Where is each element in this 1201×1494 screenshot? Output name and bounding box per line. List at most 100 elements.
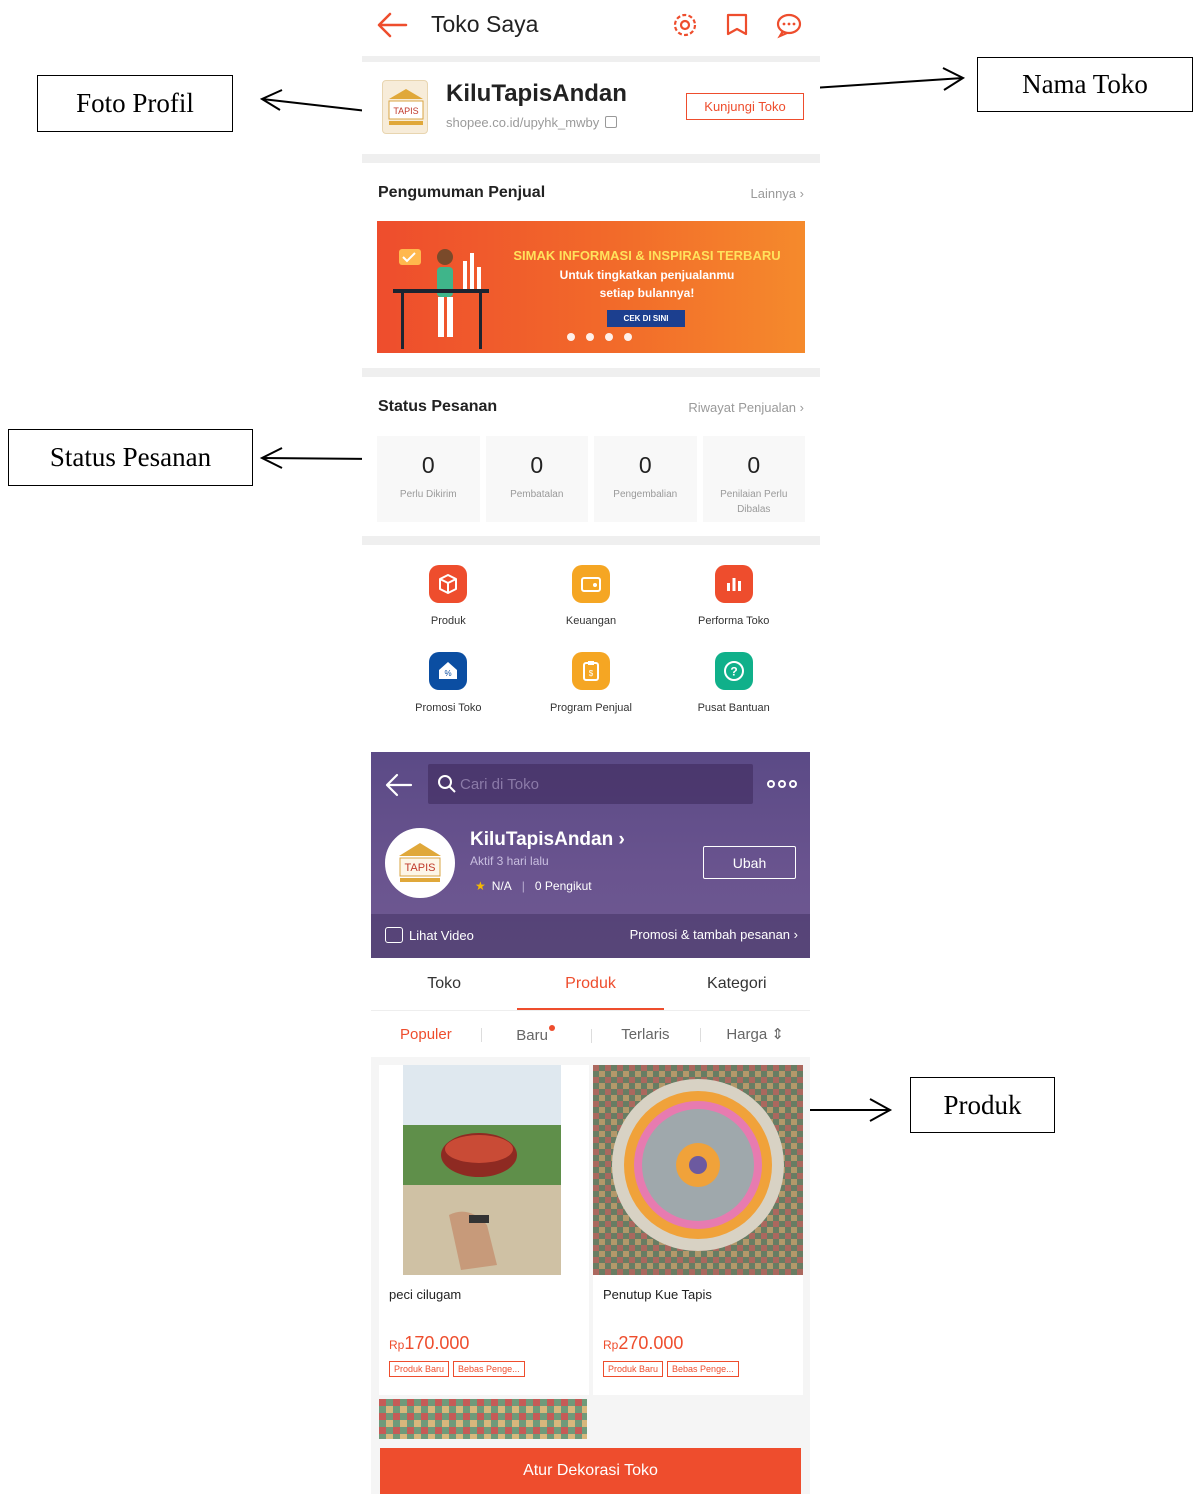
- shop-header-actions: Lihat Video Promosi & tambah pesanan ›: [371, 914, 810, 958]
- sort-bar: Populer Baru Terlaris Harga ⇕: [371, 1011, 810, 1057]
- shop-link: shopee.co.id/upyhk_mwby: [446, 115, 618, 130]
- search-icon: [438, 775, 456, 793]
- callout-produk: Produk: [910, 1077, 1055, 1133]
- sort-baru[interactable]: Baru: [480, 1024, 591, 1044]
- divider: [362, 536, 820, 545]
- sort-terlaris[interactable]: Terlaris: [590, 1026, 701, 1043]
- menu-promosi-toko[interactable]: % Promosi Toko: [377, 652, 520, 727]
- watch-video-link[interactable]: Lihat Video: [385, 927, 474, 943]
- shop-link-text: shopee.co.id/upyhk_mwby: [446, 115, 600, 130]
- shop-avatar[interactable]: TAPIS: [382, 80, 428, 134]
- product-grid: peci cilugam Rp170.000 Produk Baru Bebas…: [371, 1057, 810, 1494]
- more-options-icon[interactable]: [767, 774, 797, 794]
- announcement-title: Pengumuman Penjual: [378, 184, 546, 201]
- star-icon: ★: [475, 879, 486, 893]
- avatar-logo-text: TAPIS: [393, 106, 418, 116]
- tab-kategori[interactable]: Kategori: [664, 958, 810, 1010]
- notification-icon[interactable]: [722, 10, 752, 40]
- product-card[interactable]: peci cilugam Rp170.000 Produk Baru Bebas…: [379, 1065, 589, 1395]
- shop-followers: 0 Pengikut: [534, 879, 592, 893]
- bar-chart-icon: [714, 565, 753, 603]
- new-dot-indicator: [548, 1024, 555, 1031]
- page-title: Toko Saya: [431, 11, 539, 37]
- menu-program-penjual[interactable]: $ Program Penjual: [520, 652, 663, 727]
- svg-text:?: ?: [730, 665, 737, 679]
- back-arrow-icon[interactable]: [376, 10, 410, 40]
- copy-icon[interactable]: [605, 116, 618, 128]
- divider: [362, 154, 820, 163]
- callout-foto-profil: Foto Profil: [37, 75, 233, 132]
- shop-last-active: Aktif 3 hari lalu: [470, 854, 549, 868]
- tab-toko[interactable]: Toko: [371, 958, 517, 1010]
- product-tag: Bebas Penge...: [453, 1361, 525, 1377]
- help-icon: ?: [714, 652, 753, 690]
- sort-harga[interactable]: Harga ⇕: [700, 1025, 810, 1043]
- box-icon: [429, 565, 468, 603]
- top-actions: [670, 10, 804, 40]
- shop-tabs: Toko Produk Kategori: [371, 958, 810, 1010]
- product-image: [379, 1065, 589, 1275]
- clipboard-icon: $: [571, 652, 610, 690]
- svg-text:$: $: [589, 669, 594, 678]
- banner-subline-2: setiap bulannya!: [599, 286, 695, 300]
- status-review-reply[interactable]: 0 Penilaian Perlu Dibalas: [702, 436, 805, 522]
- shop-page-screen: TAPIS KiluTapisAndan › Aktif 3 hari lalu…: [371, 752, 810, 1494]
- sort-populer[interactable]: Populer: [371, 1026, 481, 1043]
- product-tag: Bebas Penge...: [667, 1361, 739, 1377]
- banner-pagination[interactable]: [567, 333, 632, 341]
- status-cancellation[interactable]: 0 Pembatalan: [485, 436, 588, 522]
- product-price: Rp170.000: [389, 1333, 470, 1353]
- product-tags: Produk Baru Bebas Penge...: [389, 1361, 525, 1377]
- divider: [362, 368, 820, 377]
- menu-keuangan[interactable]: Keuangan: [520, 565, 663, 640]
- shop-rating: N/A: [491, 879, 512, 893]
- banner-cta-button[interactable]: CEK DI SINI: [607, 310, 685, 327]
- announcement-banner[interactable]: SIMAK INFORMASI & INSPIRASI TERBARU Untu…: [377, 221, 805, 353]
- shop-name: KiluTapisAndan: [446, 80, 627, 107]
- shop-search-input[interactable]: [460, 772, 740, 796]
- order-status-header: Status Pesanan Riwayat Penjualan ›: [378, 398, 804, 416]
- chat-icon[interactable]: [774, 10, 804, 40]
- shop-decoration-button[interactable]: Atur Dekorasi Toko: [380, 1448, 801, 1494]
- video-icon: [385, 927, 403, 943]
- shop-profile: TAPIS KiluTapisAndan shopee.co.id/upyhk_…: [362, 60, 820, 152]
- discount-icon: %: [429, 652, 468, 690]
- menu-produk[interactable]: Produk: [377, 565, 520, 640]
- announcement-more-link[interactable]: Lainnya ›: [751, 186, 805, 201]
- seller-menu-grid: Produk Keuangan Performa Toko % Promosi …: [377, 565, 805, 727]
- product-card[interactable]: Penutup Kue Tapis Rp270.000 Produk Baru …: [593, 1065, 803, 1395]
- shop-name[interactable]: KiluTapisAndan ›: [470, 829, 625, 851]
- product-name: Penutup Kue Tapis: [603, 1287, 712, 1302]
- tab-produk[interactable]: Produk: [517, 958, 664, 1010]
- announcement-header: Pengumuman Penjual Lainnya ›: [378, 184, 804, 202]
- callout-status-pesanan: Status Pesanan: [8, 429, 253, 486]
- order-status-title: Status Pesanan: [378, 398, 498, 415]
- status-return[interactable]: 0 Pengembalian: [594, 436, 697, 522]
- menu-performa-toko[interactable]: Performa Toko: [662, 565, 805, 640]
- top-bar: Toko Saya: [362, 0, 820, 52]
- avatar-logo-text: TAPIS: [405, 862, 436, 874]
- svg-text:%: %: [445, 669, 452, 678]
- status-to-ship[interactable]: 0 Perlu Dikirim: [377, 436, 480, 522]
- product-tag: Produk Baru: [389, 1361, 450, 1377]
- product-tag: Produk Baru: [603, 1361, 664, 1377]
- shop-avatar-large[interactable]: TAPIS: [385, 828, 455, 898]
- product-image: [593, 1065, 803, 1275]
- banner-illustration-icon: [393, 249, 489, 349]
- banner-subline-1: Untuk tingkatkan penjualanmu: [559, 268, 735, 282]
- banner-headline: SIMAK INFORMASI & INSPIRASI TERBARU: [513, 248, 781, 263]
- sales-history-link[interactable]: Riwayat Penjualan ›: [688, 400, 804, 415]
- shop-stats: ★ N/A | 0 Pengikut: [475, 879, 592, 893]
- edit-shop-button[interactable]: Ubah: [703, 846, 796, 879]
- settings-icon[interactable]: [670, 10, 700, 40]
- my-shop-screen: Toko Saya TAPIS KiluTapisAndan shopee.co…: [362, 0, 820, 750]
- wallet-icon: [571, 565, 610, 603]
- menu-pusat-bantuan[interactable]: ? Pusat Bantuan: [662, 652, 805, 727]
- visit-shop-button[interactable]: Kunjungi Toko: [686, 93, 804, 120]
- shop-header: TAPIS KiluTapisAndan › Aktif 3 hari lalu…: [371, 752, 810, 958]
- product-price: Rp270.000: [603, 1333, 684, 1353]
- shop-search-box[interactable]: [428, 764, 753, 804]
- promotion-link[interactable]: Promosi & tambah pesanan ›: [630, 927, 798, 942]
- product-image-partial[interactable]: [379, 1399, 587, 1439]
- back-arrow-icon[interactable]: [385, 772, 413, 798]
